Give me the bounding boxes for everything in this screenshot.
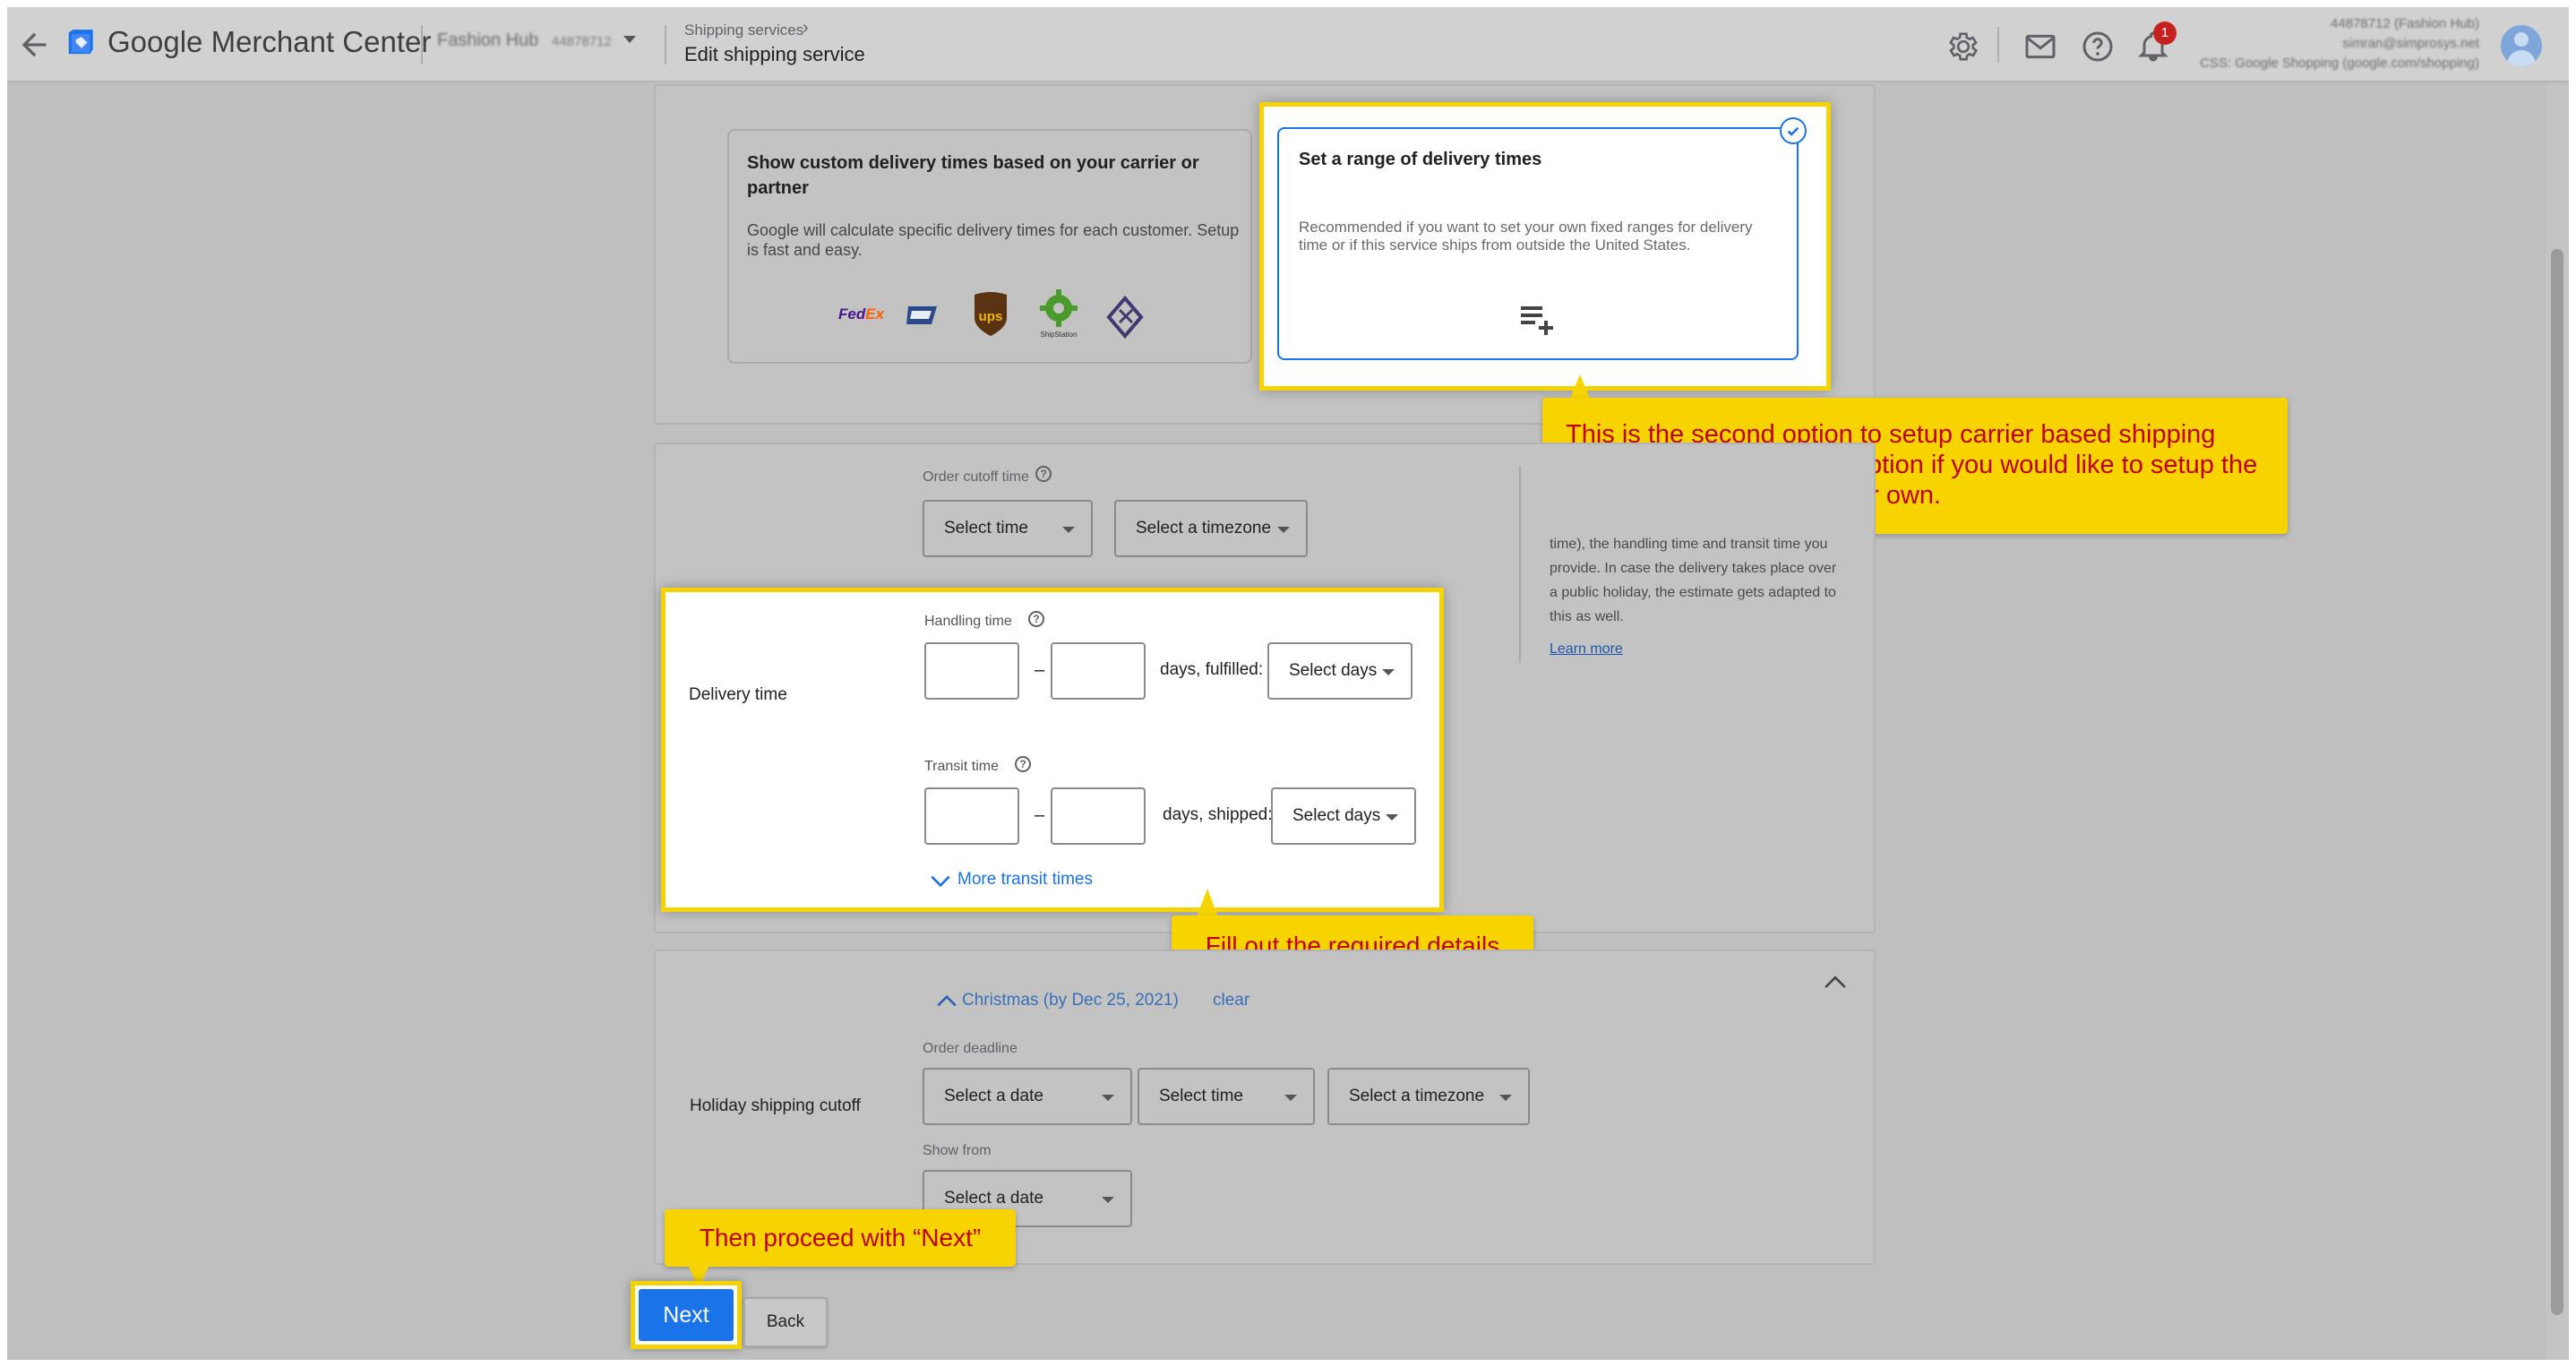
- next-step-callout: Then proceed with “Next”: [665, 1209, 1016, 1267]
- more-transit-times-link[interactable]: More transit times: [957, 870, 1093, 890]
- range-option-title: Set a range of delivery times: [1299, 150, 1542, 169]
- deadline-time-select[interactable]: Select time: [1138, 1068, 1315, 1125]
- scrollbar-thumb[interactable]: [2551, 249, 2563, 1315]
- handling-time-label: Handling time: [924, 614, 1012, 629]
- divider: [1997, 27, 1999, 63]
- order-deadline-label: Order deadline: [923, 1041, 1018, 1056]
- next-button-highlight: Next: [631, 1281, 742, 1349]
- account-name[interactable]: Fashion Hub: [437, 30, 538, 51]
- clear-link[interactable]: clear: [1213, 991, 1249, 1010]
- select-label: Select time: [944, 519, 1028, 537]
- select-label: Select days: [1289, 661, 1378, 680]
- shipstation-logo-icon: ShipStation: [1040, 289, 1078, 339]
- range-option-description: Recommended if you want to set your own …: [1299, 219, 1753, 254]
- user-email: simran@simprosys.net: [2342, 36, 2479, 51]
- delivery-time-help-text: time), the handling time and transit tim…: [1550, 537, 1837, 624]
- usps-logo-icon: [906, 306, 937, 324]
- transit-max-input[interactable]: [1051, 787, 1146, 845]
- back-arrow-icon[interactable]: [16, 27, 52, 63]
- top-app-bar: Google Merchant Center Fashion Hub 44878…: [7, 7, 2569, 82]
- handling-min-input[interactable]: [924, 642, 1019, 700]
- user-account-line: 44878712 (Fashion Hub): [2331, 16, 2479, 31]
- range-option-highlight: Set a range of delivery times Recommende…: [1259, 102, 1831, 391]
- learn-more-link[interactable]: Learn more: [1550, 641, 1623, 658]
- selected-check-icon: [1780, 117, 1807, 144]
- transit-suffix: days, shipped:: [1163, 805, 1273, 824]
- account-id[interactable]: 44878712: [552, 34, 612, 49]
- range-dash: –: [1035, 805, 1045, 825]
- dropdown-caret-icon: [1102, 1197, 1114, 1203]
- divider: [665, 25, 666, 64]
- page-title: Edit shipping service: [684, 43, 865, 65]
- deadline-timezone-select[interactable]: Select a timezone: [1327, 1068, 1530, 1125]
- fedex-logo: FedEx: [838, 305, 885, 322]
- handling-max-input[interactable]: [1051, 642, 1146, 700]
- range-dash: –: [1035, 660, 1045, 680]
- select-label: Select a timezone: [1349, 1087, 1485, 1105]
- next-button[interactable]: Next: [639, 1289, 734, 1341]
- svg-text:ShipStation: ShipStation: [1041, 331, 1078, 339]
- select-label: Select a date: [944, 1087, 1043, 1105]
- mail-icon[interactable]: [2022, 29, 2058, 64]
- help-icon[interactable]: ?: [1028, 611, 1044, 627]
- holiday-cutoff-label: Holiday shipping cutoff: [690, 1096, 861, 1115]
- screen-frame: Google Merchant Center Fashion Hub 44878…: [7, 7, 2569, 1360]
- back-button[interactable]: Back: [743, 1297, 828, 1347]
- select-label: Select a date: [944, 1189, 1043, 1208]
- select-label: Select a timezone: [1136, 519, 1272, 537]
- breadcrumb-parent[interactable]: Shipping services: [684, 21, 803, 39]
- account-dropdown-icon[interactable]: [623, 36, 636, 43]
- cutoff-timezone-select[interactable]: Select a timezone: [1114, 500, 1308, 557]
- help-icon[interactable]: ?: [1015, 756, 1031, 772]
- select-label: Select days: [1292, 806, 1381, 825]
- app-title: Google Merchant Center: [107, 25, 432, 58]
- transit-min-input[interactable]: [924, 787, 1019, 845]
- custom-option-description: Google will calculate specific delivery …: [747, 221, 1240, 259]
- callout-pointer: [1197, 889, 1218, 917]
- range-delivery-option[interactable]: Set a range of delivery times Recommende…: [1277, 127, 1799, 360]
- dropdown-caret-icon: [1499, 1095, 1512, 1101]
- user-css-line: CSS: Google Shopping (google.com/shoppin…: [2200, 56, 2479, 71]
- dropdown-caret-icon: [1062, 527, 1075, 533]
- holiday-name-toggle[interactable]: Christmas (by Dec 25, 2021): [962, 991, 1179, 1010]
- handling-days-select[interactable]: Select days: [1267, 642, 1413, 700]
- handling-suffix: days, fulfilled:: [1160, 660, 1264, 679]
- delivery-time-label: Delivery time: [689, 685, 787, 704]
- chevron-down-icon[interactable]: [929, 872, 952, 891]
- dropdown-caret-icon: [1382, 669, 1395, 675]
- custom-option-title: Show custom delivery times based on your…: [747, 153, 1199, 198]
- divider: [421, 25, 423, 64]
- transit-days-select[interactable]: Select days: [1271, 787, 1416, 845]
- help-icon[interactable]: [2080, 29, 2116, 64]
- chevron-up-icon[interactable]: [935, 991, 958, 1010]
- order-cutoff-label: Order cutoff time: [923, 469, 1029, 485]
- avatar[interactable]: [2501, 25, 2542, 66]
- dropdown-caret-icon: [1277, 527, 1290, 533]
- dropdown-caret-icon: [1102, 1095, 1114, 1101]
- ups-logo-icon: ups: [975, 292, 1007, 336]
- divider: [1519, 466, 1521, 663]
- gear-icon[interactable]: [1945, 29, 1981, 64]
- deadline-date-select[interactable]: Select a date: [923, 1068, 1132, 1125]
- chevron-up-icon[interactable]: [1822, 971, 1849, 993]
- merchant-center-logo-icon: [68, 30, 93, 55]
- help-icon[interactable]: ?: [1035, 466, 1052, 482]
- delivery-time-highlight: Delivery time Handling time ? – days, fu…: [661, 588, 1444, 912]
- cutoff-time-select[interactable]: Select time: [923, 500, 1093, 557]
- svg-text:ups: ups: [979, 309, 1003, 324]
- partner-logo-icon: [1106, 296, 1144, 339]
- notification-badge: 1: [2153, 21, 2177, 45]
- chevron-right-icon: ›: [803, 18, 809, 38]
- dropdown-caret-icon: [1386, 814, 1398, 821]
- playlist-add-icon: [1521, 306, 1553, 335]
- transit-time-label: Transit time: [924, 759, 999, 774]
- select-label: Select time: [1159, 1087, 1243, 1105]
- dropdown-caret-icon: [1284, 1095, 1297, 1101]
- show-from-label: Show from: [923, 1143, 992, 1158]
